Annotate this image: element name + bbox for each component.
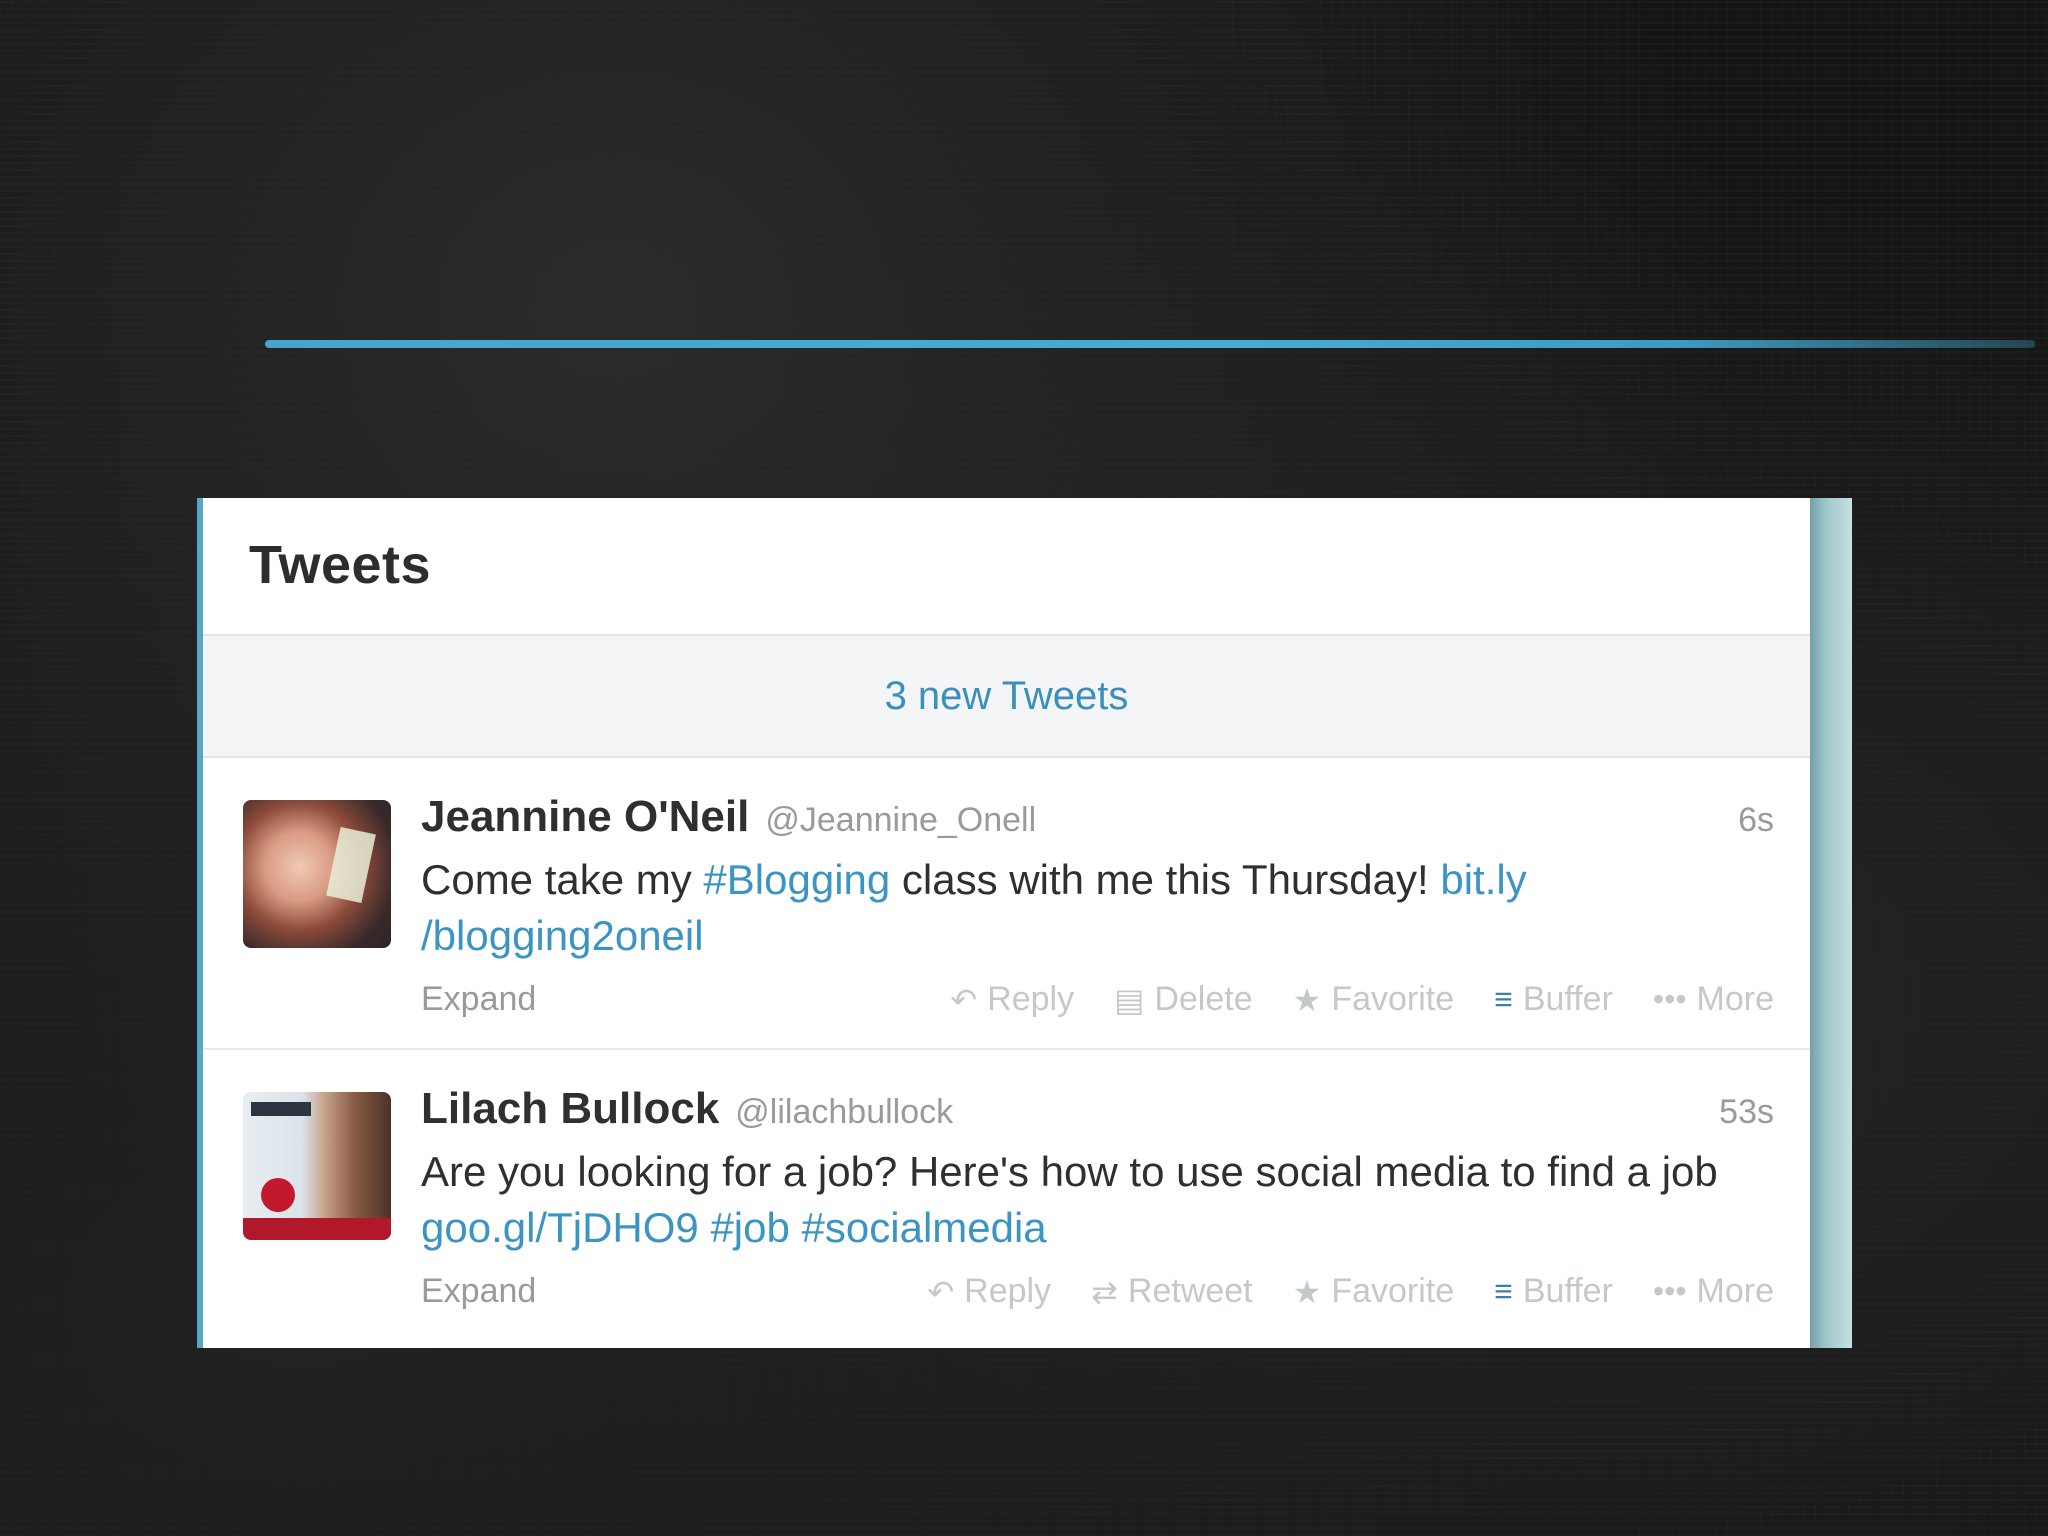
tweet-item[interactable]: Lilach Bullock @lilachbullock 53s Are yo… <box>203 1050 1810 1342</box>
tweet-header: Jeannine O'Neil @Jeannine_Onell 6s <box>421 792 1774 842</box>
retweet-icon: ⇄ <box>1091 1273 1118 1310</box>
hashtag-link[interactable]: #job <box>710 1204 789 1251</box>
delete-button[interactable]: ▤ Delete <box>1114 980 1253 1019</box>
tweet-timestamp[interactable]: 6s <box>1738 801 1774 840</box>
buffer-button[interactable]: ≡ Buffer <box>1494 980 1613 1019</box>
user-name[interactable]: Lilach Bullock <box>421 1084 719 1134</box>
favorite-label: Favorite <box>1331 980 1455 1018</box>
tweet-item[interactable]: Jeannine O'Neil @Jeannine_Onell 6s Come … <box>203 758 1810 1050</box>
star-icon: ★ <box>1292 1273 1322 1310</box>
reply-arrow-icon: ↶ <box>950 981 978 1018</box>
tweet-text-segment <box>790 1204 802 1251</box>
reply-arrow-icon: ↶ <box>927 1273 955 1310</box>
avatar[interactable] <box>243 800 391 948</box>
favorite-button[interactable]: ★ Favorite <box>1293 1272 1455 1311</box>
buffer-label: Buffer <box>1522 980 1613 1018</box>
tweet-header: Lilach Bullock @lilachbullock 53s <box>421 1084 1774 1134</box>
more-label: More <box>1696 980 1774 1018</box>
action-group: ↶ Reply ⇄ Retweet ★ Favorite ≡ Buffer ••… <box>887 1272 1774 1311</box>
user-handle[interactable]: @lilachbullock <box>735 1093 953 1132</box>
tweet-actions: Expand ↶ Reply ⇄ Retweet ★ Favorite ≡ Bu… <box>421 1272 1774 1311</box>
trash-icon: ▤ <box>1114 981 1145 1018</box>
panel-title: Tweets <box>249 535 432 595</box>
avatar-badge <box>261 1178 295 1212</box>
favorite-button[interactable]: ★ Favorite <box>1293 980 1455 1019</box>
buffer-stack-icon: ≡ <box>1494 1273 1513 1309</box>
hashtag-link[interactable]: #socialmedia <box>802 1204 1047 1251</box>
hashtag-link[interactable]: #Blogging <box>703 856 890 903</box>
tweet-text: Come take my #Blogging class with me thi… <box>421 852 1741 964</box>
tweets-panel: Tweets 3 new Tweets Jeannine O'Neil @Jea… <box>197 498 1810 1348</box>
expand-link[interactable]: Expand <box>421 980 536 1019</box>
tweet-text-segment: Are you looking for a job? Here's how to… <box>421 1148 1718 1195</box>
reply-button[interactable]: ↶ Reply <box>927 1272 1051 1311</box>
buffer-label: Buffer <box>1522 1272 1613 1310</box>
url-link[interactable]: goo.gl/TjDHO9 <box>421 1204 699 1251</box>
user-handle[interactable]: @Jeannine_Onell <box>765 801 1036 840</box>
tweet-text-segment <box>699 1204 711 1251</box>
panel-edge-shadow <box>1808 498 1852 1348</box>
user-name[interactable]: Jeannine O'Neil <box>421 792 749 842</box>
reply-button[interactable]: ↶ Reply <box>950 980 1074 1019</box>
panel-header: Tweets <box>203 498 1810 636</box>
avatar[interactable] <box>243 1092 391 1240</box>
retweet-button[interactable]: ⇄ Retweet <box>1091 1272 1253 1311</box>
tweet-timestamp[interactable]: 53s <box>1719 1093 1774 1132</box>
expand-link[interactable]: Expand <box>421 1272 536 1311</box>
more-button[interactable]: ••• More <box>1653 1272 1774 1311</box>
action-group: ↶ Reply ▤ Delete ★ Favorite ≡ Buffer ••• <box>910 980 1774 1019</box>
delete-label: Delete <box>1154 980 1253 1018</box>
tweet-text-segment: class with me this Thursday! <box>890 856 1441 903</box>
tweet-actions: Expand ↶ Reply ▤ Delete ★ Favorite ≡ Buf… <box>421 980 1774 1019</box>
ellipsis-icon: ••• <box>1652 981 1687 1017</box>
avatar-photo-detail <box>326 827 376 903</box>
new-tweets-banner[interactable]: 3 new Tweets <box>203 636 1810 758</box>
avatar-footer-band <box>243 1218 391 1240</box>
buffer-stack-icon: ≡ <box>1494 981 1513 1017</box>
ellipsis-icon: ••• <box>1652 1273 1687 1309</box>
decorative-chalk-line <box>265 340 2035 348</box>
reply-label: Reply <box>964 1272 1052 1310</box>
retweet-label: Retweet <box>1127 1272 1253 1310</box>
tweet-text: Are you looking for a job? Here's how to… <box>421 1144 1741 1256</box>
more-button[interactable]: ••• More <box>1653 980 1774 1019</box>
star-icon: ★ <box>1292 981 1322 1018</box>
buffer-button[interactable]: ≡ Buffer <box>1494 1272 1613 1311</box>
more-label: More <box>1696 1272 1774 1310</box>
avatar-magazine-masthead <box>251 1102 311 1116</box>
favorite-label: Favorite <box>1331 1272 1455 1310</box>
reply-label: Reply <box>987 980 1075 1018</box>
tweet-text-segment: Come take my <box>421 856 704 903</box>
